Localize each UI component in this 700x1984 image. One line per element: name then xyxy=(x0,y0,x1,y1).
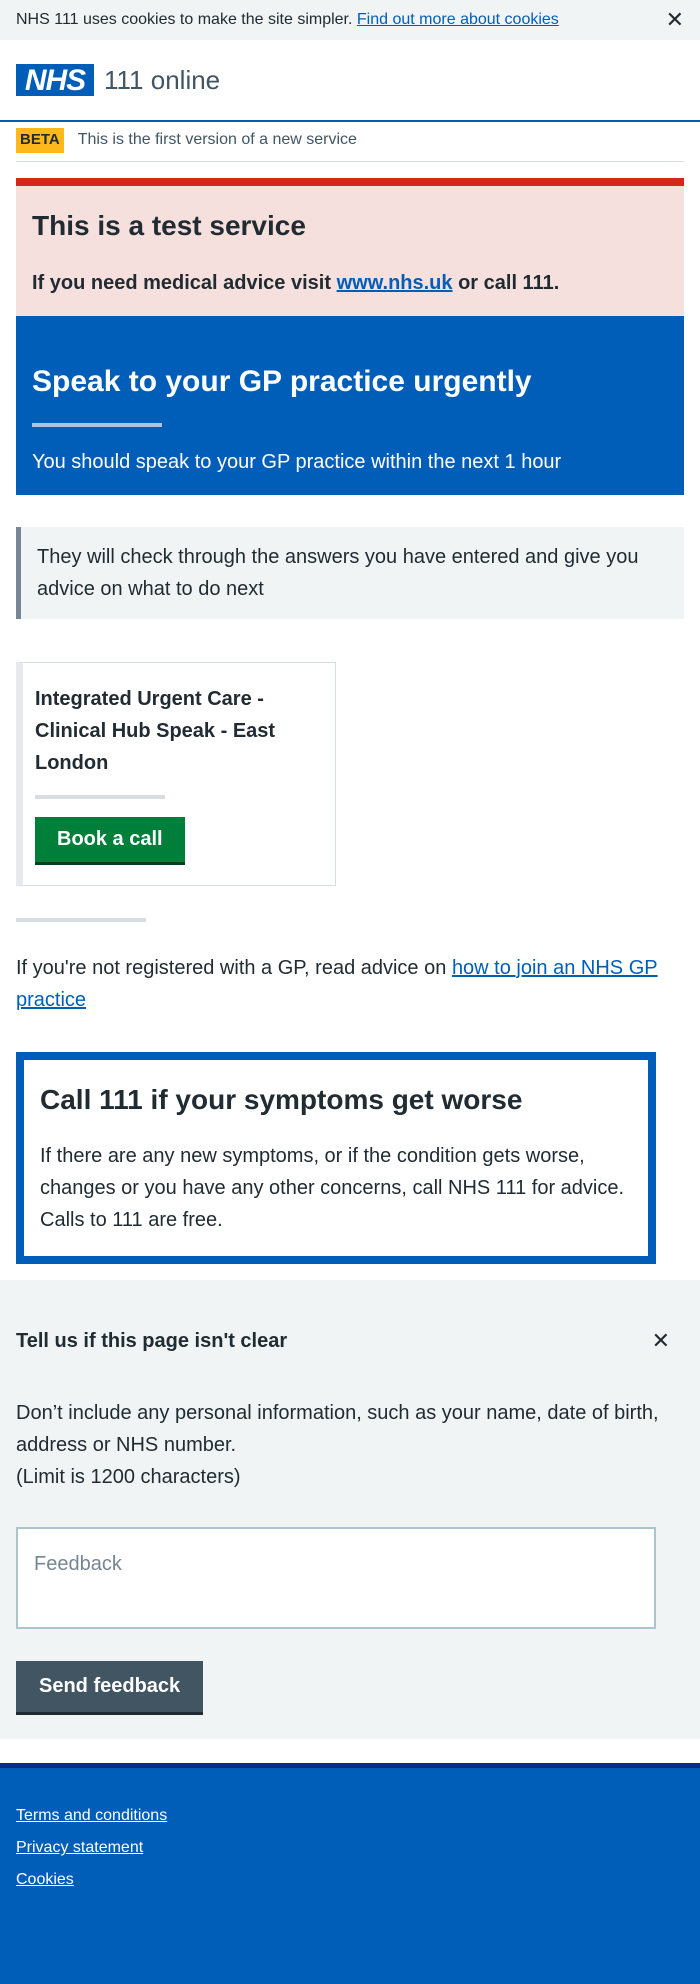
result-panel: Speak to your GP practice urgently You s… xyxy=(16,315,684,495)
page-title: Speak to your GP practice urgently xyxy=(32,364,532,398)
care-card-title: Call 111 if your symptoms get worse xyxy=(40,1083,523,1115)
cookie-info-link[interactable]: Find out more about cookies xyxy=(357,11,559,28)
test-service-title: This is a test service xyxy=(32,209,306,241)
feedback-field[interactable]: Feedback xyxy=(16,1527,656,1630)
feedback-panel: Tell us if this page isn't clear ✕ Don’t… xyxy=(0,1280,700,1740)
section-divider xyxy=(16,917,146,922)
care-card-text: If there are any new symptoms, or if the… xyxy=(40,1145,625,1232)
result-divider xyxy=(32,422,162,427)
inset-text: They will check through the answers you … xyxy=(16,526,684,619)
care-card: Call 111 if your symptoms get worse If t… xyxy=(16,1051,656,1265)
result-subtitle: You should speak to your GP practice wit… xyxy=(32,450,562,473)
feedback-hint-text: Don’t include any personal information, … xyxy=(16,1402,659,1457)
service-card: Integrated Urgent Care - Clinical Hub Sp… xyxy=(16,661,336,886)
cookie-banner: NHS 111 uses cookies to make the site si… xyxy=(0,0,700,40)
send-feedback-button[interactable]: Send feedback xyxy=(16,1661,204,1716)
feedback-header: Tell us if this page isn't clear ✕ xyxy=(16,1324,684,1357)
service-name[interactable]: 111 online xyxy=(104,61,220,100)
service-card-title: Integrated Urgent Care - Clinical Hub Sp… xyxy=(35,687,276,774)
test-service-prefix: If you need medical advice visit xyxy=(32,271,332,294)
test-service-suffix: or call 111. xyxy=(458,271,560,294)
site-header: NHS 111 online xyxy=(0,40,700,122)
cookie-message: NHS 111 uses cookies to make the site si… xyxy=(16,8,559,32)
beta-banner: BETA This is the first version of a new … xyxy=(16,126,684,162)
footer-link-cookies[interactable]: Cookies xyxy=(16,1864,684,1896)
site-footer: Terms and conditions Privacy statement C… xyxy=(0,1763,700,1984)
feedback-limit: (Limit is 1200 characters) xyxy=(16,1466,241,1489)
cookie-text: NHS 111 uses cookies to make the site si… xyxy=(16,11,353,28)
footer-link-privacy[interactable]: Privacy statement xyxy=(16,1832,684,1864)
test-service-warning: This is a test service If you need medic… xyxy=(16,177,684,316)
book-a-call-button[interactable]: Book a call xyxy=(35,816,185,865)
close-icon[interactable]: ✕ xyxy=(666,9,684,31)
test-service-message: If you need medical advice visit www.nhs… xyxy=(32,268,668,298)
gp-registration-info: If you're not registered with a GP, read… xyxy=(16,952,684,1016)
nhs-logo[interactable]: NHS xyxy=(16,64,94,97)
close-icon[interactable]: ✕ xyxy=(652,1324,670,1357)
beta-tag: BETA xyxy=(16,128,64,153)
feedback-hint: Don’t include any personal information, … xyxy=(16,1397,684,1493)
service-card-divider xyxy=(35,794,165,799)
feedback-title: Tell us if this page isn't clear xyxy=(16,1329,288,1352)
nhs-website-link[interactable]: www.nhs.uk xyxy=(337,272,453,294)
beta-text: This is the first version of a new servi… xyxy=(77,131,357,149)
gp-registration-text: If you're not registered with a GP, read… xyxy=(16,956,447,979)
footer-link-terms[interactable]: Terms and conditions xyxy=(16,1800,684,1832)
